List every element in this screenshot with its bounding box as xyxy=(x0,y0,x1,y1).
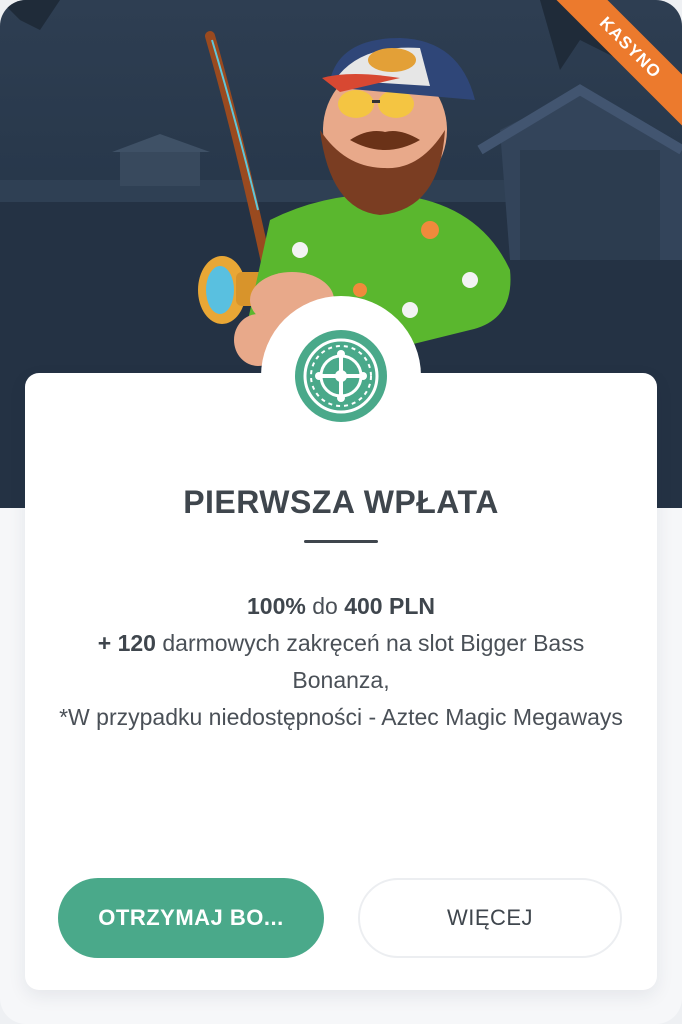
offer-line-3: *W przypadku niedostępności - Aztec Magi… xyxy=(59,704,623,730)
offer-percent: 100% xyxy=(247,593,306,619)
offer-mid: do xyxy=(305,593,345,619)
title-divider xyxy=(304,540,378,543)
offer-amount: 400 PLN xyxy=(344,593,435,619)
free-spins-text: darmowych zakręceń na slot Bigger Bass B… xyxy=(155,630,585,693)
roulette-wheel-icon xyxy=(295,330,387,422)
bonus-description: 100% do 400 PLN + 120 darmowych zakręceń… xyxy=(55,588,627,736)
promo-page: KASYNO PIERWSZA WPŁATA 100% do 400 PLN +… xyxy=(0,0,682,1024)
offer-line-1: 100% do 400 PLN xyxy=(55,588,627,625)
free-spins-count: + 120 xyxy=(97,630,156,656)
get-bonus-button[interactable]: OTRZYMAJ BO... xyxy=(58,878,324,958)
more-info-button[interactable]: WIĘCEJ xyxy=(358,878,622,958)
bonus-title: PIERWSZA WPŁATA xyxy=(183,484,499,520)
offer-line-2: + 120 darmowych zakręceń na slot Bigger … xyxy=(55,625,627,699)
category-ribbon: KASYNO xyxy=(532,0,682,150)
category-badge: KASYNO xyxy=(546,0,682,132)
bonus-icon-holder xyxy=(261,296,421,456)
